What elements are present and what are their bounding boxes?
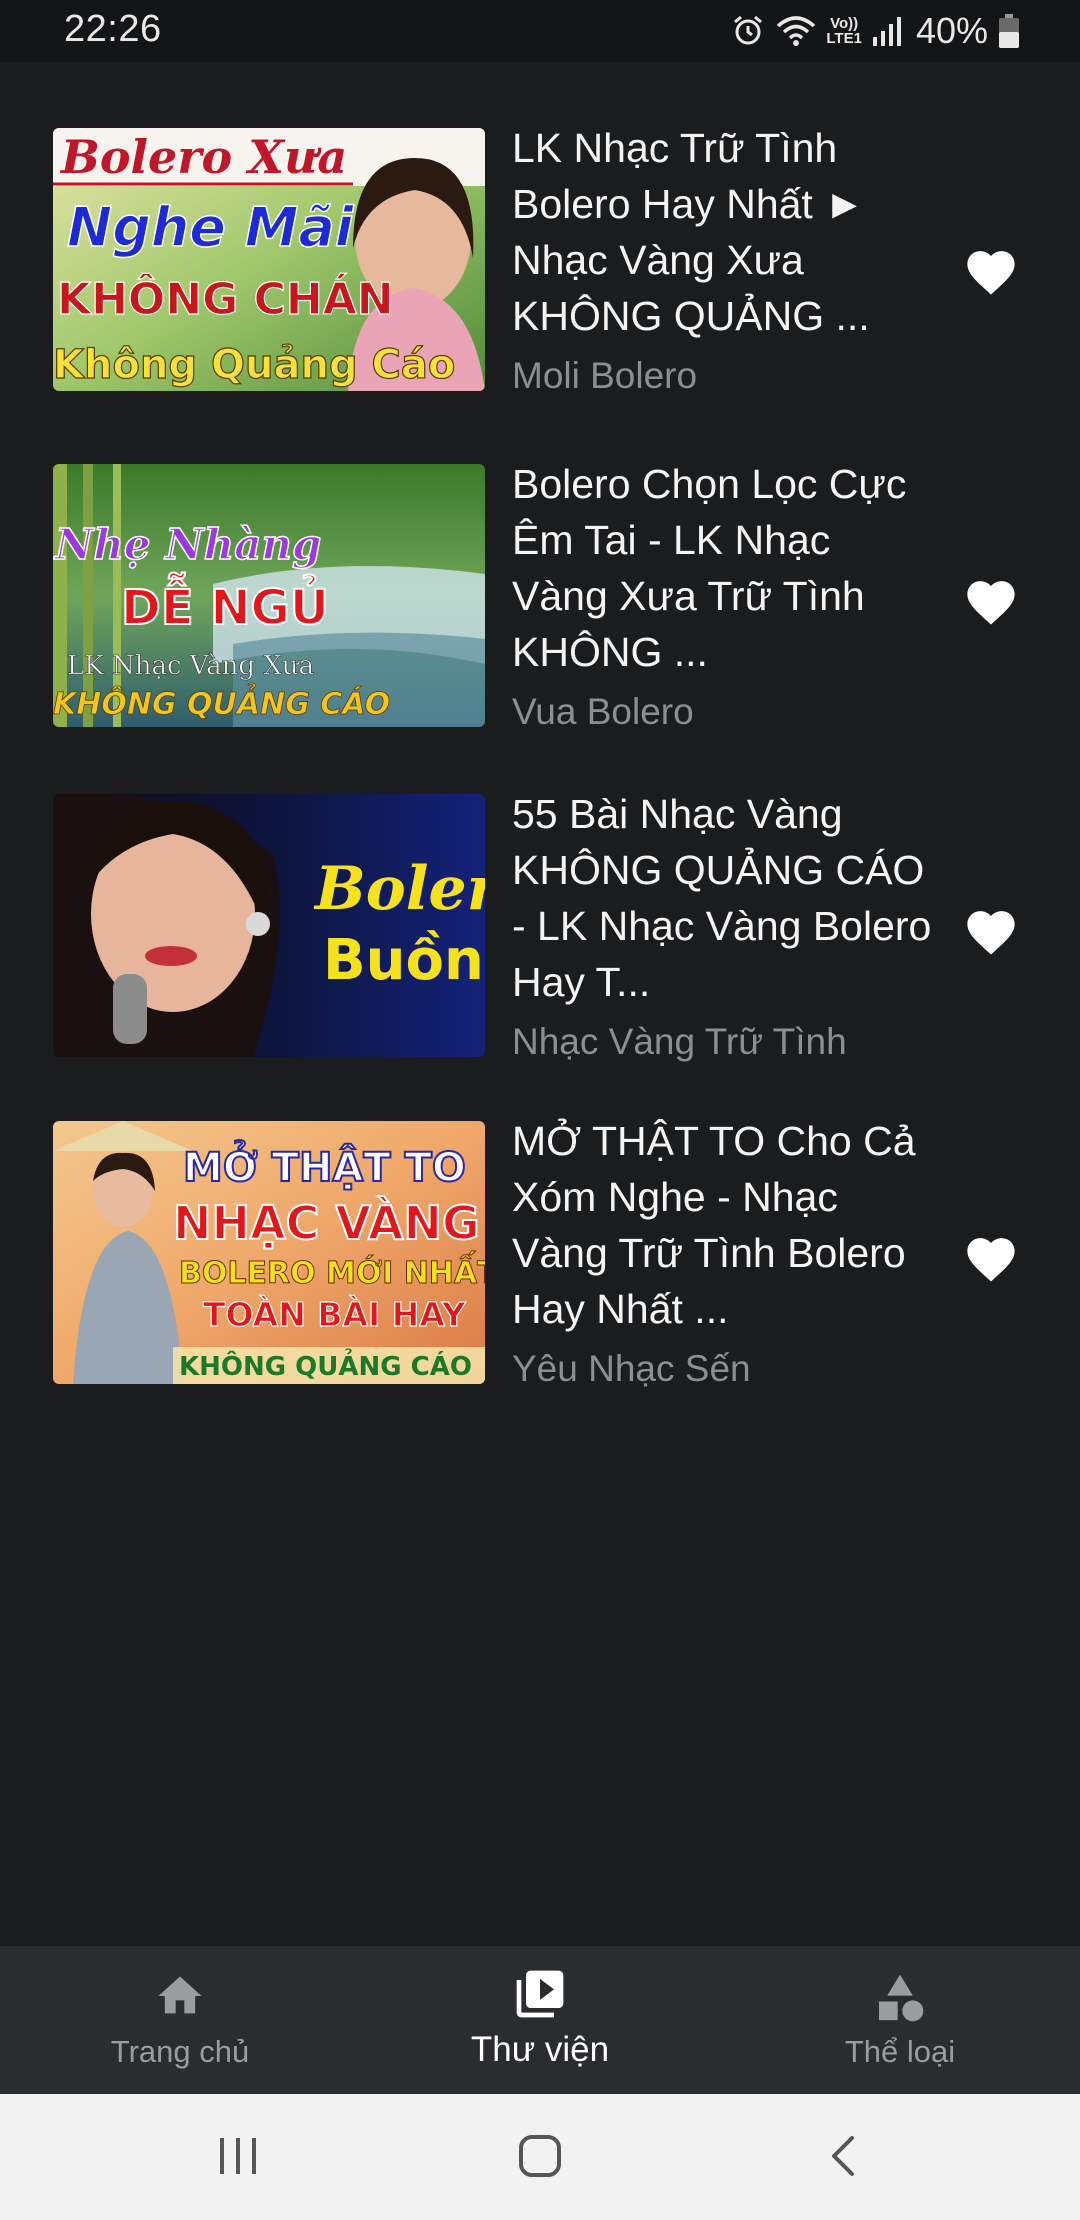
volte-top: Vo)) [830, 15, 859, 32]
status-icons: Vo)) LTE1 40% [730, 10, 1020, 52]
video-title[interactable]: LK Nhạc Trữ Tình Bolero Hay Nhất ► Nhạc … [512, 120, 932, 344]
video-title[interactable]: 55 Bài Nhạc Vàng KHÔNG QUẢNG CÁO - LK Nh… [512, 786, 932, 1010]
thumb-text-1: Bolero Xưa [59, 130, 347, 184]
thumb-text-2: Buồn [323, 928, 484, 993]
thumb-text-3: BOLERO MỚI NHẤT [179, 1250, 485, 1291]
thumb-text-3: LK Nhạc Vàng Xưa [67, 651, 314, 681]
nav-item-library[interactable]: Thư viện [390, 1946, 690, 2094]
list-item[interactable]: Bolero Xưa Nghe Mãi KHÔNG CHÁN Không Quả… [0, 125, 1080, 396]
channel-name[interactable]: Moli Bolero [512, 354, 697, 398]
back-icon[interactable] [826, 2134, 862, 2178]
thumbnail-image: Bolero Buồn [53, 794, 485, 1057]
thumb-text-4: Không Quảng Cáo [53, 342, 455, 388]
home-icon [158, 1976, 202, 2014]
nav-label-library: Thư viện [470, 2030, 610, 2069]
heart-icon[interactable] [962, 244, 1020, 296]
video-thumbnail[interactable]: Bolero Xưa Nghe Mãi KHÔNG CHÁN Không Quả… [53, 128, 485, 391]
thumb-text-1: Bolero [313, 854, 485, 924]
thumbnail-image: Bolero Xưa Nghe Mãi KHÔNG CHÁN Không Quả… [53, 128, 485, 391]
volte-indicator: Vo)) LTE1 [826, 16, 862, 46]
library-icon [516, 1970, 564, 2018]
thumb-text-3: KHÔNG CHÁN [57, 272, 394, 325]
thumbnail-image: MỞ THẬT TO NHẠC VÀNG BOLERO MỚI NHẤT TOÀ… [53, 1121, 485, 1384]
video-title[interactable]: Bolero Chọn Lọc Cực Êm Tai - LK Nhạc Vàn… [512, 456, 932, 680]
video-thumbnail[interactable]: MỞ THẬT TO NHẠC VÀNG BOLERO MỚI NHẤT TOÀ… [53, 1121, 485, 1384]
list-item[interactable]: MỞ THẬT TO NHẠC VÀNG BOLERO MỚI NHẤT TOÀ… [0, 1118, 1080, 1389]
heart-icon[interactable] [962, 574, 1020, 626]
thumb-text-5: KHÔNG QUẢNG CÁO [179, 1347, 472, 1382]
volte-bottom: LTE1 [826, 30, 862, 47]
heart-icon[interactable] [962, 1231, 1020, 1283]
heart-icon[interactable] [962, 904, 1020, 956]
thumb-text-1: Nhẹ Nhàng [53, 520, 321, 569]
category-icon [879, 1974, 924, 2022]
thumbnail-image: Nhẹ Nhàng DỄ NGỦ LK Nhạc Vàng Xưa KHÔNG … [53, 464, 485, 727]
wifi-icon [777, 16, 816, 46]
thumb-text-4: TOÀN BÀI HAY [203, 1294, 467, 1334]
battery-icon [999, 14, 1019, 48]
bottom-navigation: Trang chủ Thư viện Thể loại [0, 1946, 1080, 2094]
alarm-icon [734, 15, 763, 45]
channel-name[interactable]: Nhạc Vàng Trữ Tình [512, 1020, 847, 1064]
channel-name[interactable]: Vua Bolero [512, 690, 694, 734]
thumb-text-2: Nghe Mãi [67, 196, 355, 259]
recents-icon[interactable] [216, 2134, 262, 2178]
video-title[interactable]: MỞ THẬT TO Cho Cả Xóm Nghe - Nhạc Vàng T… [512, 1113, 932, 1337]
nav-label-category: Thể loại [844, 2034, 956, 2069]
home-button-icon[interactable] [518, 2134, 562, 2178]
nav-item-home[interactable]: Trang chủ [30, 1946, 330, 2094]
status-bar: 22:26 Vo)) LTE1 40% [0, 0, 1080, 62]
list-item[interactable]: Nhẹ Nhàng DỄ NGỦ LK Nhạc Vàng Xưa KHÔNG … [0, 461, 1080, 732]
video-thumbnail[interactable]: Nhẹ Nhàng DỄ NGỦ LK Nhạc Vàng Xưa KHÔNG … [53, 464, 485, 727]
battery-percent: 40% [915, 10, 988, 51]
channel-name[interactable]: Yêu Nhạc Sến [512, 1347, 751, 1391]
thumb-text-2: DỄ NGỦ [121, 572, 329, 636]
app-screen: 22:26 Vo)) LTE1 40% Bolero Xưa Nghe Mãi … [0, 0, 1080, 2220]
thumb-text-2: NHẠC VÀNG [173, 1196, 480, 1250]
status-time: 22:26 [64, 8, 162, 50]
video-thumbnail[interactable]: Bolero Buồn [53, 794, 485, 1057]
nav-label-home: Trang chủ [110, 2034, 250, 2069]
list-item[interactable]: Bolero Buồn 55 Bài Nhạc Vàng KHÔNG QUẢNG… [0, 791, 1080, 1062]
thumb-text-4: KHÔNG QUẢNG CÁO [53, 683, 390, 722]
thumb-text-1: MỞ THẬT TO [183, 1138, 466, 1191]
system-navigation-bar [0, 2094, 1080, 2220]
nav-item-category[interactable]: Thể loại [750, 1946, 1050, 2094]
signal-icon [872, 17, 901, 46]
